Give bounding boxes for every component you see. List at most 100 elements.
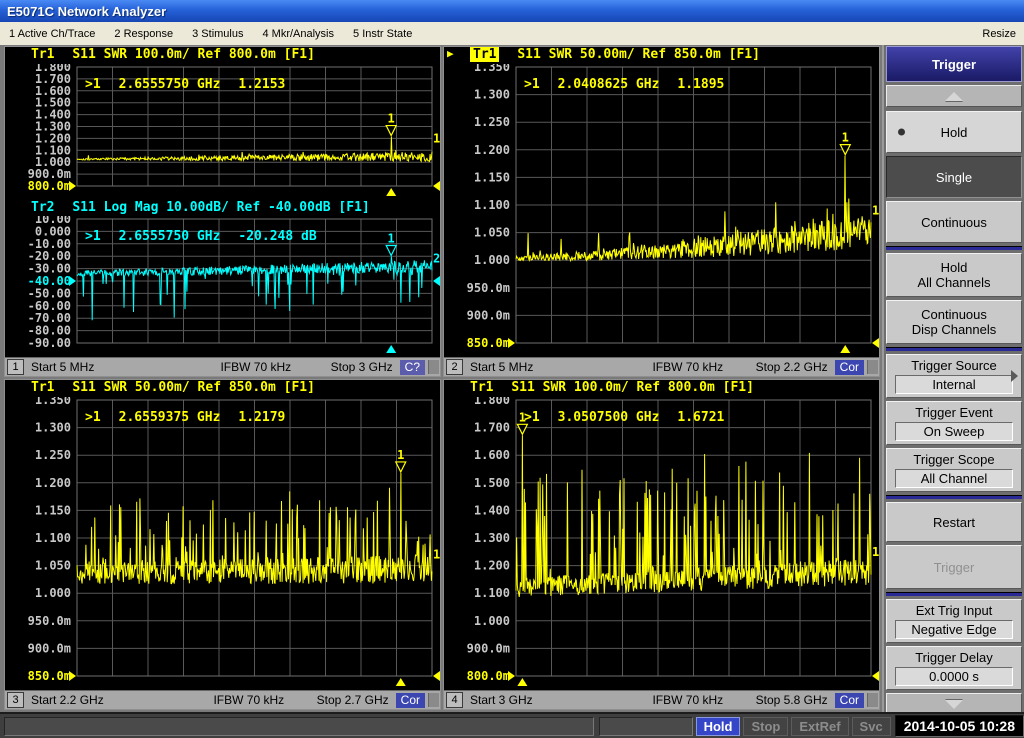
message-area — [4, 717, 594, 736]
channel-window-2[interactable]: ▶ Tr1 S11 SWR 50.00m/ Ref 850.0m [F1] 1.… — [443, 46, 880, 377]
menu-bar: 1 Active Ch/Trace 2 Response 3 Stimulus … — [0, 22, 1024, 46]
status-hold-badge: Hold — [696, 717, 741, 736]
svg-text:800.0m: 800.0m — [28, 179, 71, 193]
footer-endcap — [428, 693, 439, 707]
start-frequency: Start 3 GHz — [470, 693, 620, 707]
trigger-scope-value: All Channel — [895, 469, 1013, 488]
menu-active-ch-trace[interactable]: 1 Active Ch/Trace — [9, 28, 95, 40]
arrow-down-icon — [945, 700, 963, 709]
stop-frequency: Stop 3 GHz — [331, 360, 393, 374]
active-trace-arrow-icon: ▶ — [447, 47, 454, 60]
plot-svg: 1.3501.3001.2501.2001.1501.1001.0501.000… — [444, 64, 879, 357]
graph-ch4-tr1: 1.8001.7001.6001.5001.4001.3001.2001.100… — [444, 397, 879, 690]
graph-ch1-tr2: 10.000.000-10.00-20.00-30.00-40.00-50.00… — [5, 216, 440, 357]
svg-text:950.0m: 950.0m — [28, 614, 71, 628]
svg-text:1.600: 1.600 — [474, 448, 510, 462]
marker-readout: >12.0408625 GHz1.1895 — [524, 77, 742, 92]
stop-frequency: Stop 5.8 GHz — [756, 693, 828, 707]
svg-text:-90.00: -90.00 — [28, 336, 71, 350]
svg-text:1: 1 — [842, 131, 849, 145]
trace-label: Tr1 — [31, 380, 54, 395]
softkey-continuous[interactable]: Continuous — [886, 201, 1022, 243]
trigger-delay-value: 0.0000 s — [895, 667, 1013, 686]
softkey-single[interactable]: Single — [886, 156, 1022, 198]
softkey-ext-trig-input[interactable]: Ext Trig Input Negative Edge — [886, 599, 1022, 643]
channel-number[interactable]: 3 — [7, 692, 24, 708]
softkey-continuous-disp-channels[interactable]: ContinuousDisp Channels — [886, 300, 1022, 344]
channel-window-3[interactable]: Tr1 S11 SWR 50.00m/ Ref 850.0m [F1] 1.35… — [4, 379, 441, 710]
svg-text:1.100: 1.100 — [474, 198, 510, 212]
footer-endcap — [867, 693, 878, 707]
arrow-up-icon — [945, 92, 963, 101]
svg-text:850.0m: 850.0m — [28, 669, 71, 683]
svg-text:1: 1 — [388, 111, 395, 125]
svg-text:1.250: 1.250 — [474, 115, 510, 129]
softkey-hold-all-channels[interactable]: HoldAll Channels — [886, 253, 1022, 297]
instrument-status-bar: Hold Stop ExtRef Svc 2014-10-05 10:28 — [0, 712, 1024, 738]
channel-number[interactable]: 2 — [446, 359, 463, 375]
start-frequency: Start 5 MHz — [470, 360, 620, 374]
softkey-restart[interactable]: Restart — [886, 502, 1022, 542]
channel-window-1[interactable]: Tr1 S11 SWR 100.0m/ Ref 800.0m [F1] 1.80… — [4, 46, 441, 377]
ifbw-value: IFBW 70 kHz — [620, 693, 756, 707]
trace-header-text: S11 SWR 50.00m/ Ref 850.0m [F1] — [517, 47, 760, 62]
svg-text:1.000: 1.000 — [35, 586, 71, 600]
channel-number[interactable]: 1 — [7, 359, 24, 375]
trace-header: ▶ Tr1 S11 SWR 50.00m/ Ref 850.0m [F1] — [444, 47, 879, 64]
marker-readout: >12.6559375 GHz1.2179 — [85, 410, 303, 425]
softkey-separator — [886, 592, 1022, 596]
trace-label: Tr1 — [470, 380, 493, 395]
correction-badge: Cor — [835, 360, 864, 375]
channel-status-bar: 3 Start 2.2 GHz IFBW 70 kHz Stop 2.7 GHz… — [5, 690, 440, 709]
svg-text:1: 1 — [872, 204, 879, 218]
softkey-hold[interactable]: Hold — [886, 111, 1022, 153]
trace-header: Tr2 S11 Log Mag 10.00dB/ Ref -40.00dB [F… — [5, 200, 440, 217]
channel-number[interactable]: 4 — [446, 692, 463, 708]
window-titlebar[interactable]: E5071C Network Analyzer — [0, 0, 1024, 22]
plot-svg: 1.8001.7001.6001.5001.4001.3001.2001.100… — [444, 397, 879, 690]
softkey-menu: Trigger Hold Single Continuous HoldAll C… — [882, 45, 1024, 712]
start-frequency: Start 5 MHz — [31, 360, 181, 374]
menu-response[interactable]: 2 Response — [114, 28, 173, 40]
channel-status-bar: 2 Start 5 MHz IFBW 70 kHz Stop 2.2 GHz C… — [444, 357, 879, 376]
svg-text:1.350: 1.350 — [474, 64, 510, 74]
trace-header-text: S11 SWR 100.0m/ Ref 800.0m [F1] — [72, 47, 315, 62]
softkey-trigger-source[interactable]: Trigger Source Internal — [886, 354, 1022, 398]
menu-instr-state[interactable]: 5 Instr State — [353, 28, 412, 40]
svg-text:1.300: 1.300 — [35, 421, 71, 435]
softkey-menu-title: Trigger — [886, 46, 1022, 82]
menu-stimulus[interactable]: 3 Stimulus — [192, 28, 243, 40]
graph-ch3-tr1: 1.3501.3001.2501.2001.1501.1001.0501.000… — [5, 397, 440, 690]
softkey-separator — [886, 246, 1022, 250]
svg-text:1.150: 1.150 — [474, 170, 510, 184]
softkey-trigger-event[interactable]: Trigger Event On Sweep — [886, 401, 1022, 445]
softkey-trigger-delay[interactable]: Trigger Delay 0.0000 s — [886, 646, 1022, 690]
graph-ch2-tr1: 1.3501.3001.2501.2001.1501.1001.0501.000… — [444, 64, 879, 357]
svg-text:1.100: 1.100 — [474, 586, 510, 600]
svg-text:1.200: 1.200 — [474, 143, 510, 157]
menu-resize[interactable]: Resize — [982, 28, 1016, 40]
softkey-trigger-scope[interactable]: Trigger Scope All Channel — [886, 448, 1022, 492]
channel-area: Tr1 S11 SWR 100.0m/ Ref 800.0m [F1] 1.80… — [0, 45, 882, 712]
softkey-trigger: Trigger — [886, 545, 1022, 589]
channel-window-4[interactable]: Tr1 S11 SWR 100.0m/ Ref 800.0m [F1] 1.80… — [443, 379, 880, 710]
trace-header-text: S11 SWR 100.0m/ Ref 800.0m [F1] — [511, 380, 754, 395]
graph-ch1-tr1: 1.8001.7001.6001.5001.4001.3001.2001.100… — [5, 64, 440, 200]
svg-text:1.200: 1.200 — [35, 476, 71, 490]
trace-label: Tr1 — [31, 47, 54, 62]
svg-text:1.700: 1.700 — [474, 421, 510, 435]
footer-endcap — [428, 360, 439, 374]
svg-text:950.0m: 950.0m — [467, 281, 510, 295]
correction-badge: C? — [400, 360, 425, 375]
svg-text:1.050: 1.050 — [474, 226, 510, 240]
svg-text:1: 1 — [433, 548, 440, 562]
trace-header: Tr1 S11 SWR 100.0m/ Ref 800.0m [F1] — [5, 47, 440, 64]
menu-mkr-analysis[interactable]: 4 Mkr/Analysis — [262, 28, 334, 40]
marker-readout: >13.0507500 GHz1.6721 — [524, 410, 742, 425]
svg-text:1.300: 1.300 — [474, 531, 510, 545]
footer-endcap — [867, 360, 878, 374]
submenu-arrow-icon — [1011, 370, 1018, 382]
marker-readout: >12.6555750 GHz-20.248 dB — [85, 229, 335, 244]
svg-text:1.200: 1.200 — [474, 559, 510, 573]
softkey-scroll-up-button[interactable] — [886, 85, 1022, 107]
